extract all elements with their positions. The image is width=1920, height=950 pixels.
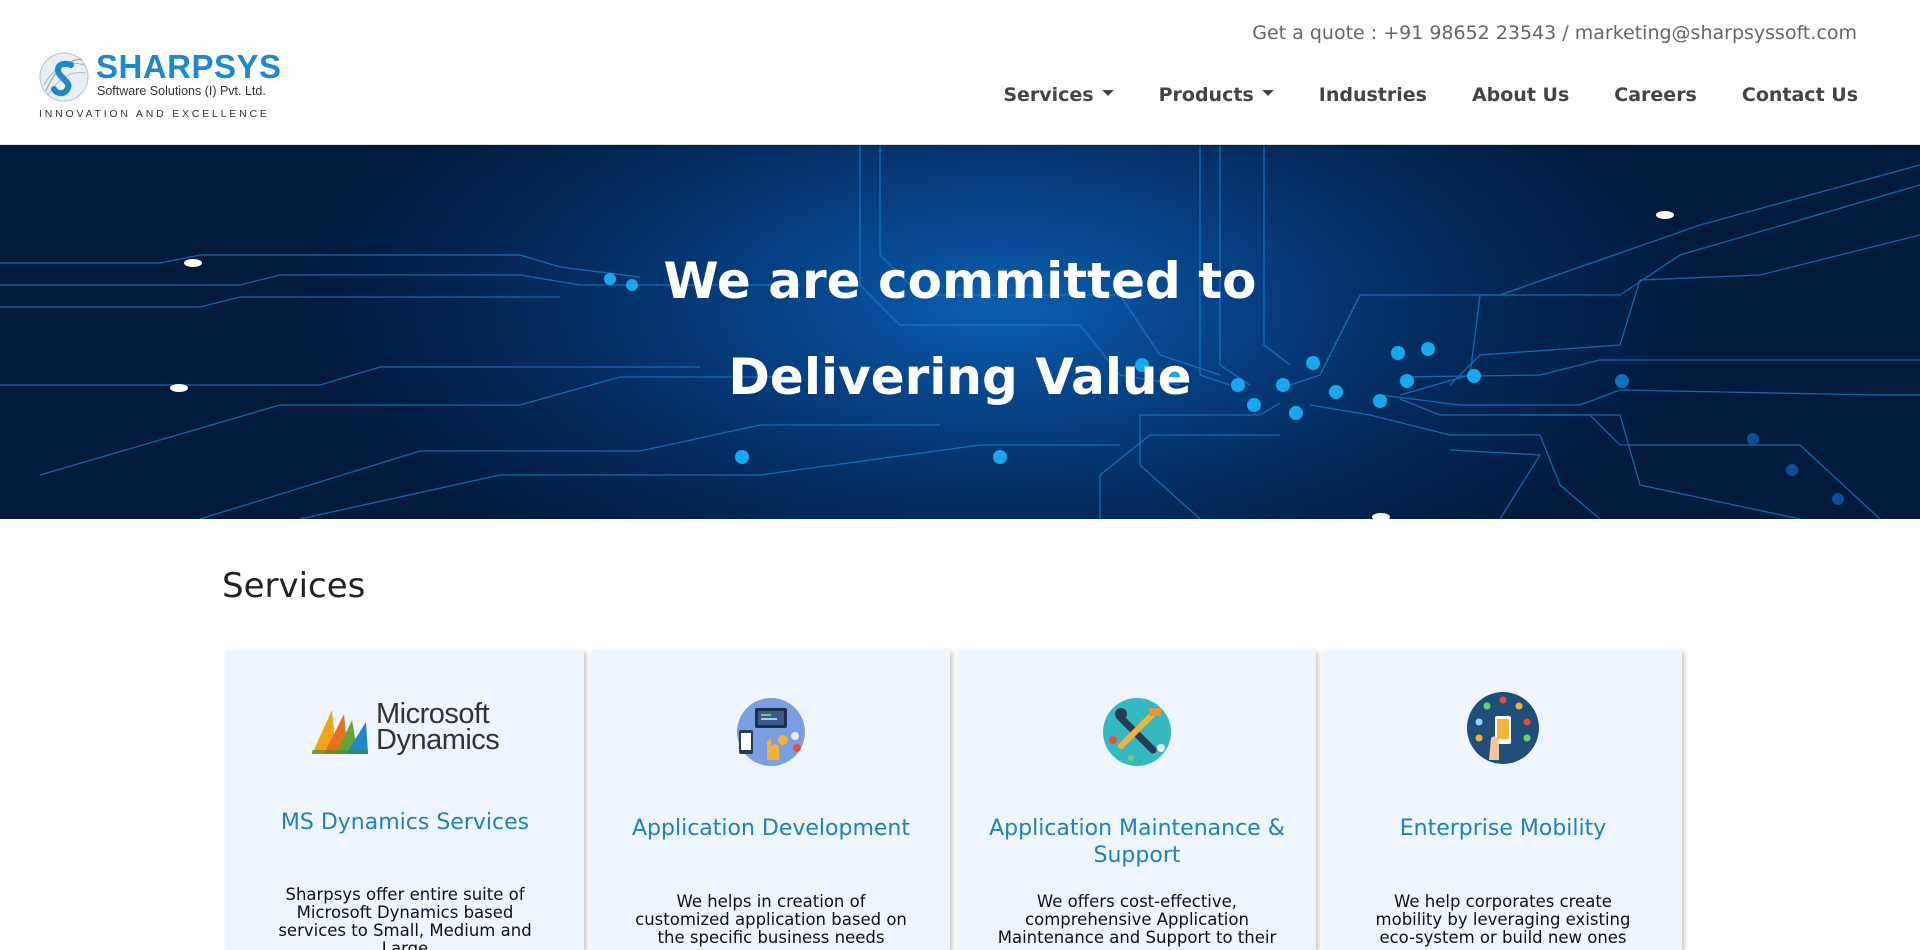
- logo-tagline: INNOVATION AND EXCELLENCE: [39, 108, 270, 120]
- nav-contact-us-label: Contact Us: [1741, 84, 1858, 106]
- logo-subtitle: Software Solutions (I) Pvt. Ltd.: [97, 84, 266, 98]
- caret-down-icon: [1261, 90, 1274, 96]
- hero-headline-line2: Delivering Value: [728, 348, 1192, 406]
- card-title[interactable]: Enterprise Mobility: [1334, 815, 1672, 842]
- maintenance-tools-icon: [1103, 698, 1171, 766]
- card-description: We help corporates create mobility by le…: [1375, 892, 1631, 947]
- card-description: Sharpsys offer entire suite of Microsoft…: [278, 885, 532, 950]
- hero-banner: We are committed to Delivering Value: [0, 145, 1920, 519]
- service-card-ms-dynamics[interactable]: Microsoft Dynamics MS Dynamics Services …: [226, 650, 584, 950]
- microsoft-dynamics-logo-icon: Microsoft Dynamics: [310, 700, 510, 760]
- mobile-network-icon: [1467, 692, 1539, 764]
- nav-industries-label: Industries: [1318, 84, 1427, 106]
- card-title[interactable]: Application Development: [602, 815, 940, 842]
- services-heading: Services: [222, 566, 366, 606]
- nav-contact-us[interactable]: Contact Us: [1742, 84, 1858, 106]
- sharpsys-emblem-icon: [39, 52, 89, 102]
- services-cards: Microsoft Dynamics MS Dynamics Services …: [226, 650, 1696, 950]
- main-nav: Services Products Industries About Us Ca…: [958, 84, 1858, 106]
- nav-about-us[interactable]: About Us: [1472, 84, 1569, 106]
- app-development-icon: [737, 698, 805, 766]
- card-title[interactable]: MS Dynamics Services: [236, 809, 574, 836]
- site-header: SHARPSYS Software Solutions (I) Pvt. Ltd…: [0, 0, 1920, 145]
- ms-logo-word2: Dynamics: [376, 724, 500, 756]
- quote-contact[interactable]: Get a quote : +91 98652 23543 / marketin…: [1252, 22, 1857, 44]
- nav-products-label: Products: [1158, 84, 1254, 106]
- nav-industries[interactable]: Industries: [1319, 84, 1427, 106]
- company-logo[interactable]: SHARPSYS Software Solutions (I) Pvt. Ltd…: [38, 48, 298, 124]
- nav-careers-label: Careers: [1614, 84, 1697, 106]
- card-description: We helps in creation of customized appli…: [635, 892, 907, 947]
- nav-about-us-label: About Us: [1471, 84, 1570, 106]
- service-card-enterprise-mobility[interactable]: Enterprise Mobility We help corporates c…: [1324, 650, 1682, 950]
- nav-services-label: Services: [1003, 84, 1094, 106]
- nav-careers[interactable]: Careers: [1614, 84, 1697, 106]
- nav-services[interactable]: Services: [1003, 84, 1114, 106]
- nav-products[interactable]: Products: [1159, 84, 1274, 106]
- service-card-app-development[interactable]: Application Development We helps in crea…: [592, 650, 950, 950]
- card-title[interactable]: Application Maintenance & Support: [968, 815, 1306, 869]
- caret-down-icon: [1101, 90, 1114, 96]
- circuit-background-image: [0, 145, 1920, 519]
- hero-headline-line1: We are committed to: [663, 252, 1257, 310]
- service-card-app-maintenance[interactable]: Application Maintenance & Support We off…: [958, 650, 1316, 950]
- card-description: We offers cost-effective, comprehensive …: [997, 892, 1277, 947]
- logo-name: SHARPSYS: [96, 48, 282, 85]
